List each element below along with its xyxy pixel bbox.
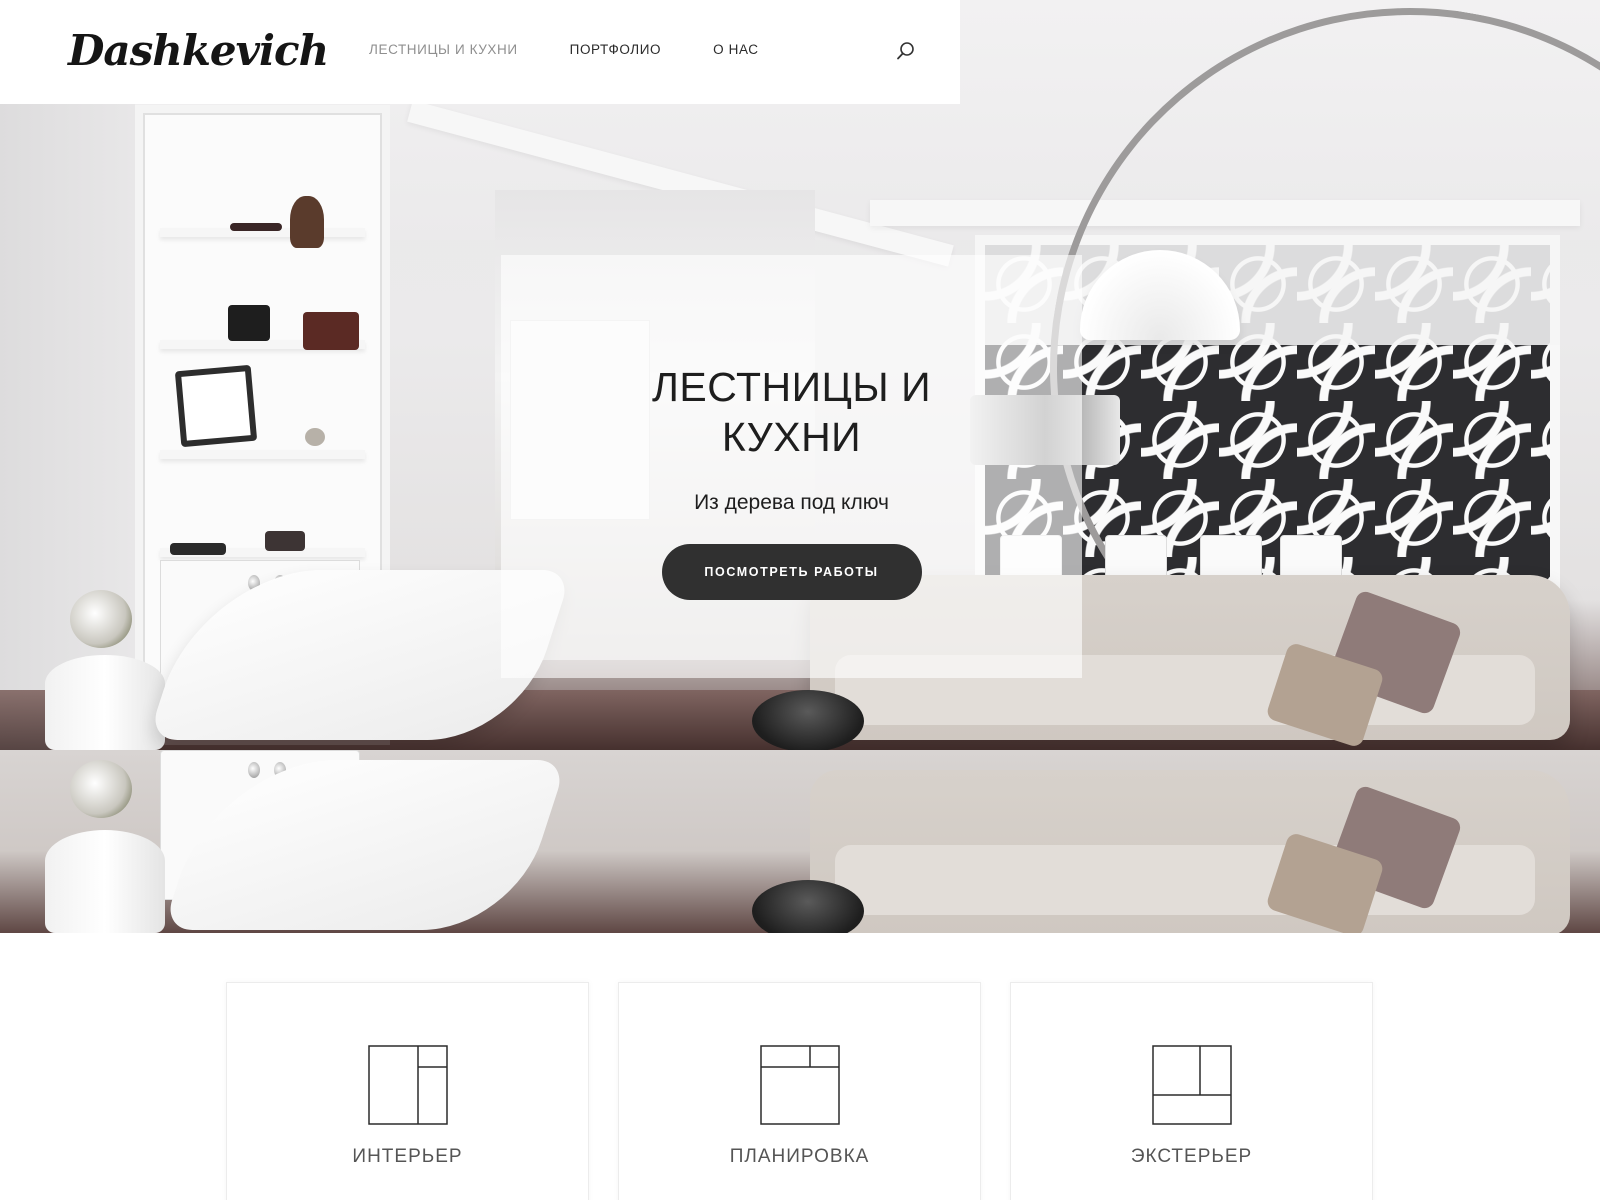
nav-item-portfolio[interactable]: Портфолио xyxy=(570,40,661,60)
hero-card: ЛЕСТНИЦЫ И КУХНИ Из дерева под ключ Посм… xyxy=(501,255,1082,678)
feature-title: Интерьер xyxy=(352,1146,463,1167)
view-works-button[interactable]: Посмотреть работы xyxy=(661,544,922,600)
layout-planning-icon xyxy=(759,1045,840,1125)
nav-item-stairs-kitchens[interactable]: Лестницы и кухни xyxy=(369,40,518,60)
feature-card-planning[interactable]: Планировка xyxy=(618,982,981,1200)
layout-interior-icon xyxy=(367,1045,448,1125)
feature-description xyxy=(1047,1185,1337,1200)
layout-exterior-icon xyxy=(1151,1045,1232,1125)
feature-title: Экстерьер xyxy=(1130,1146,1253,1167)
feature-description xyxy=(655,1185,945,1200)
logo[interactable]: Dashkevich xyxy=(68,16,329,86)
feature-card-interior[interactable]: Интерьер xyxy=(226,982,589,1200)
search-icon[interactable] xyxy=(895,40,917,62)
feature-title: Планировка xyxy=(729,1146,870,1167)
site-header: Dashkevich Лестницы и кухни Портфолио О … xyxy=(0,0,960,104)
main-nav: Лестницы и кухни Портфолио О нас xyxy=(369,40,759,60)
hero-subtitle: Из дерева под ключ xyxy=(694,491,889,514)
hero-title: ЛЕСТНИЦЫ И КУХНИ xyxy=(651,364,932,460)
feature-description xyxy=(263,1185,553,1200)
page: Dashkevich Лестницы и кухни Портфолио О … xyxy=(0,0,1600,1200)
hero-background-image-lower xyxy=(0,750,1600,933)
features-section: Интерьер Планировка Эк xyxy=(226,982,1374,1200)
feature-card-exterior[interactable]: Экстерьер xyxy=(1010,982,1373,1200)
nav-item-about[interactable]: О нас xyxy=(713,40,758,60)
